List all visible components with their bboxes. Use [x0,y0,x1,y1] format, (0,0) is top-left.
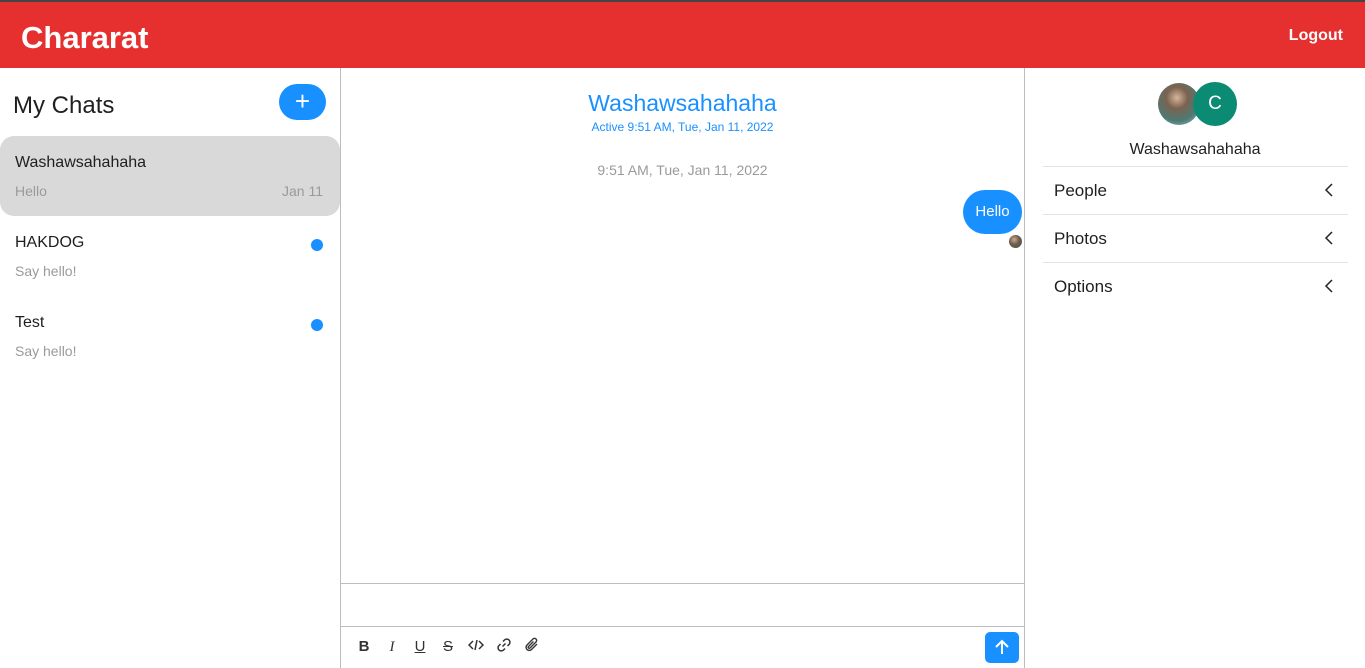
chat-active-status: Active 9:51 AM, Tue, Jan 11, 2022 [591,120,774,134]
read-receipt-avatar [1009,235,1022,248]
section-label: Photos [1054,229,1107,248]
message-bubble: Hello [963,190,1022,234]
send-button[interactable] [985,632,1019,663]
chat-list-title: My Chats [13,92,115,119]
chat-list-item[interactable]: HAKDOG Say hello! [0,216,340,296]
code-icon[interactable] [466,637,486,657]
conversation-panel: Washawsahahaha Active 9:51 AM, Tue, Jan … [341,68,1025,668]
formatting-toolbar: B I U S [341,627,1024,668]
chevron-left-icon [1324,231,1333,245]
chat-details-name: Washawsahahaha [1129,141,1261,158]
chat-list-panel: My Chats + Washawsahahaha Hello Jan 11 H… [0,68,341,668]
chat-name: Washawsahahaha [15,154,147,171]
bold-icon[interactable]: B [354,637,374,657]
italic-icon[interactable]: I [382,637,402,657]
chat-last-message: Say hello! [15,263,77,279]
chat-title: Washawsahahaha [588,90,777,116]
arrow-up-icon [995,639,1009,654]
message-timestamp: 9:51 AM, Tue, Jan 11, 2022 [597,162,768,178]
chevron-left-icon [1324,183,1333,197]
chat-details-panel: C Washawsahahaha People Photos Options [1025,68,1365,668]
top-bar: Chararat Logout [0,0,1365,68]
message-input[interactable] [341,583,1024,627]
people-section[interactable]: People [1043,166,1348,214]
unread-dot-icon [311,319,323,331]
section-label: People [1054,181,1107,200]
chat-list-item[interactable]: Test Say hello! [0,296,340,376]
new-chat-button[interactable]: + [279,84,326,120]
options-section[interactable]: Options [1043,262,1348,310]
chat-name: HAKDOG [15,234,85,251]
chat-date: Jan 11 [282,183,323,199]
chat-last-message: Hello [15,183,47,199]
logout-button[interactable]: Logout [1289,27,1343,45]
chat-list-item[interactable]: Washawsahahaha Hello Jan 11 [0,136,340,216]
unread-dot-icon [311,239,323,251]
chat-name: Test [15,314,45,331]
section-label: Options [1054,277,1113,296]
attachment-icon[interactable] [522,637,542,657]
avatar: C [1193,82,1237,126]
chat-last-message: Say hello! [15,343,77,359]
strikethrough-icon[interactable]: S [438,637,458,657]
underline-icon[interactable]: U [410,637,430,657]
photos-section[interactable]: Photos [1043,214,1348,262]
chevron-left-icon [1324,279,1333,293]
link-icon[interactable] [494,637,514,657]
app-logo: Chararat [21,20,149,55]
